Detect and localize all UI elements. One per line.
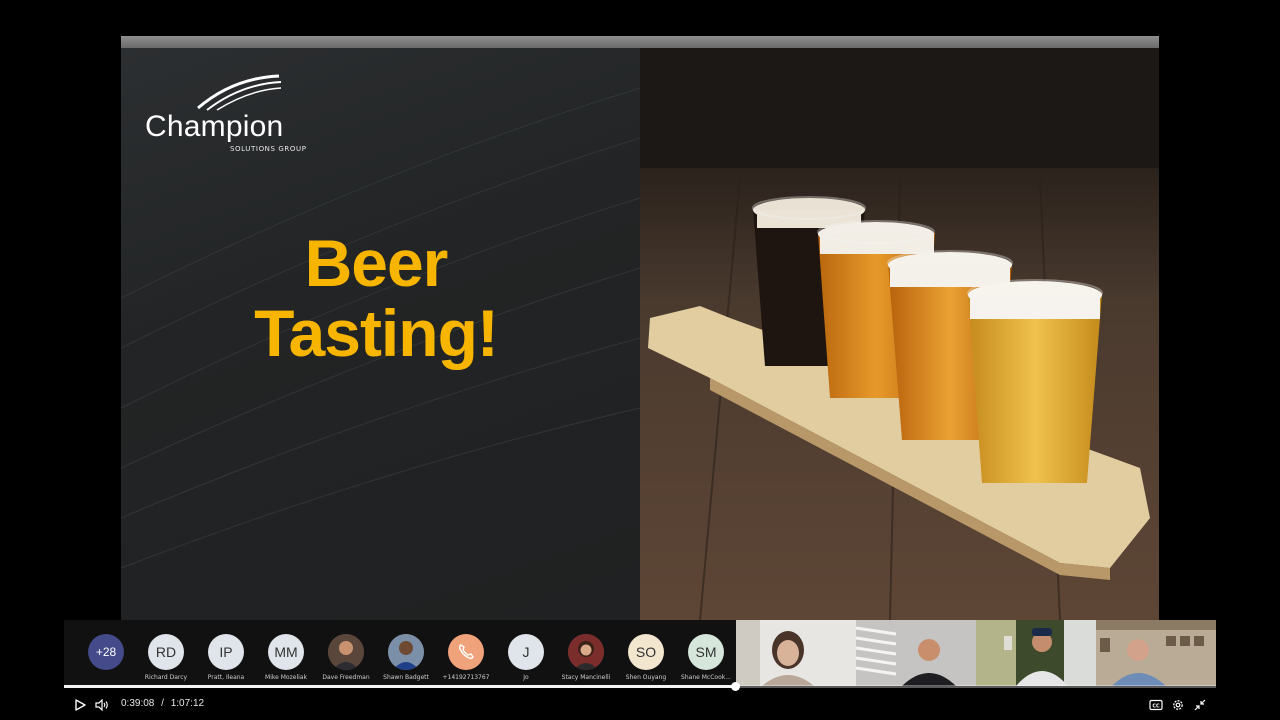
participant-shane-mccook[interactable]: SM Shane McCook...: [676, 634, 736, 681]
settings-icon: [1173, 700, 1183, 710]
seek-bar[interactable]: [64, 682, 1216, 691]
volume-button[interactable]: [92, 695, 112, 715]
participant-name: Shane McCook...: [681, 674, 731, 681]
video-tile[interactable]: [1096, 620, 1216, 686]
participant-video: [976, 620, 1096, 686]
slide-title-panel: Champion SOLUTIONS GROUP Beer Tasting!: [121, 48, 640, 620]
slide-title-line: Tasting!: [254, 296, 499, 370]
playback-time: 0:39:08 / 1:07:12: [121, 698, 204, 709]
participant-video: [856, 620, 976, 686]
participant-name: Stacy Mancinelli: [561, 674, 611, 681]
avatar: IP: [208, 634, 244, 670]
participant-video: [736, 620, 856, 686]
participant-video: [1096, 620, 1216, 686]
participant-ileana-pratt[interactable]: IP Pratt, Ileana: [196, 634, 256, 681]
slide-title-line: Beer: [304, 226, 449, 300]
collapse-icon: [1194, 699, 1206, 711]
avatar: MM: [268, 634, 304, 670]
avatar: J: [508, 634, 544, 670]
participants-strip: +28 RD Richard Darcy IP Pratt, Ileana MM…: [64, 620, 736, 686]
time-separator: /: [161, 698, 164, 709]
participant-name: Jo: [523, 674, 529, 681]
person-photo-icon: [568, 634, 604, 670]
play-button[interactable]: [70, 695, 90, 715]
volume-icon: [95, 699, 108, 711]
participant-dave-freedman[interactable]: Dave Freedman: [316, 634, 376, 681]
participant-richard-darcy[interactable]: RD Richard Darcy: [136, 634, 196, 681]
logo-wordmark: Champion: [145, 110, 284, 143]
video-tile[interactable]: [976, 620, 1096, 686]
participant-name: Richard Darcy: [144, 674, 188, 681]
company-logo: Champion SOLUTIONS GROUP: [143, 68, 323, 158]
captions-icon: CC: [1149, 699, 1163, 711]
slide-title: Beer Tasting!: [181, 228, 571, 368]
participant-shen-ouyang[interactable]: SO Shen Ouyang: [616, 634, 676, 681]
seek-bar-played: [64, 685, 735, 688]
logo-subtitle: SOLUTIONS GROUP: [230, 145, 307, 153]
participant-name: Dave Freedman: [322, 674, 370, 681]
total-duration: 1:07:12: [170, 698, 205, 709]
participant-name: Shen Ouyang: [625, 674, 667, 681]
play-icon: [75, 699, 86, 711]
avatar: RD: [148, 634, 184, 670]
participant-phone[interactable]: +14192713767: [436, 634, 496, 681]
video-tile[interactable]: [736, 620, 856, 686]
swoosh-icon: [197, 74, 282, 111]
more-participants-badge[interactable]: +28: [88, 634, 124, 670]
slide-top-bar: [121, 36, 1159, 48]
beer-flight-photo: [640, 48, 1159, 620]
video-tile[interactable]: [856, 620, 976, 686]
participant-mike-mozeliak[interactable]: MM Mike Mozeliak: [256, 634, 316, 681]
participant-name: Pratt, Ileana: [207, 674, 245, 681]
phone-icon: [458, 644, 474, 660]
avatar-photo: [388, 634, 424, 670]
collapse-button[interactable]: [1190, 695, 1210, 715]
avatar-photo: [328, 634, 364, 670]
participant-jo[interactable]: J Jo: [496, 634, 556, 681]
presentation-slide: Champion SOLUTIONS GROUP Beer Tasting!: [121, 36, 1159, 620]
more-participants[interactable]: +28: [76, 634, 136, 670]
participant-name: +14192713767: [442, 674, 490, 681]
participant-name: Shawn Badgett: [383, 674, 429, 681]
captions-button[interactable]: CC: [1146, 695, 1166, 715]
avatar-phone: [448, 634, 484, 670]
beer-flight-illustration: [640, 48, 1159, 620]
person-photo-icon: [388, 634, 424, 670]
avatar: SM: [688, 634, 724, 670]
avatar: SO: [628, 634, 664, 670]
current-time: 0:39:08: [121, 698, 155, 709]
svg-text:CC: CC: [1152, 703, 1160, 709]
participant-shawn-badgett[interactable]: Shawn Badgett: [376, 634, 436, 681]
participant-name: Mike Mozeliak: [265, 674, 307, 681]
participant-stacy-mancinelli[interactable]: Stacy Mancinelli: [556, 634, 616, 681]
video-tiles: [736, 620, 1216, 686]
settings-button[interactable]: [1168, 695, 1188, 715]
player-controls: 0:39:08 / 1:07:12 CC: [64, 689, 1216, 720]
avatar-photo: [568, 634, 604, 670]
person-photo-icon: [328, 634, 364, 670]
